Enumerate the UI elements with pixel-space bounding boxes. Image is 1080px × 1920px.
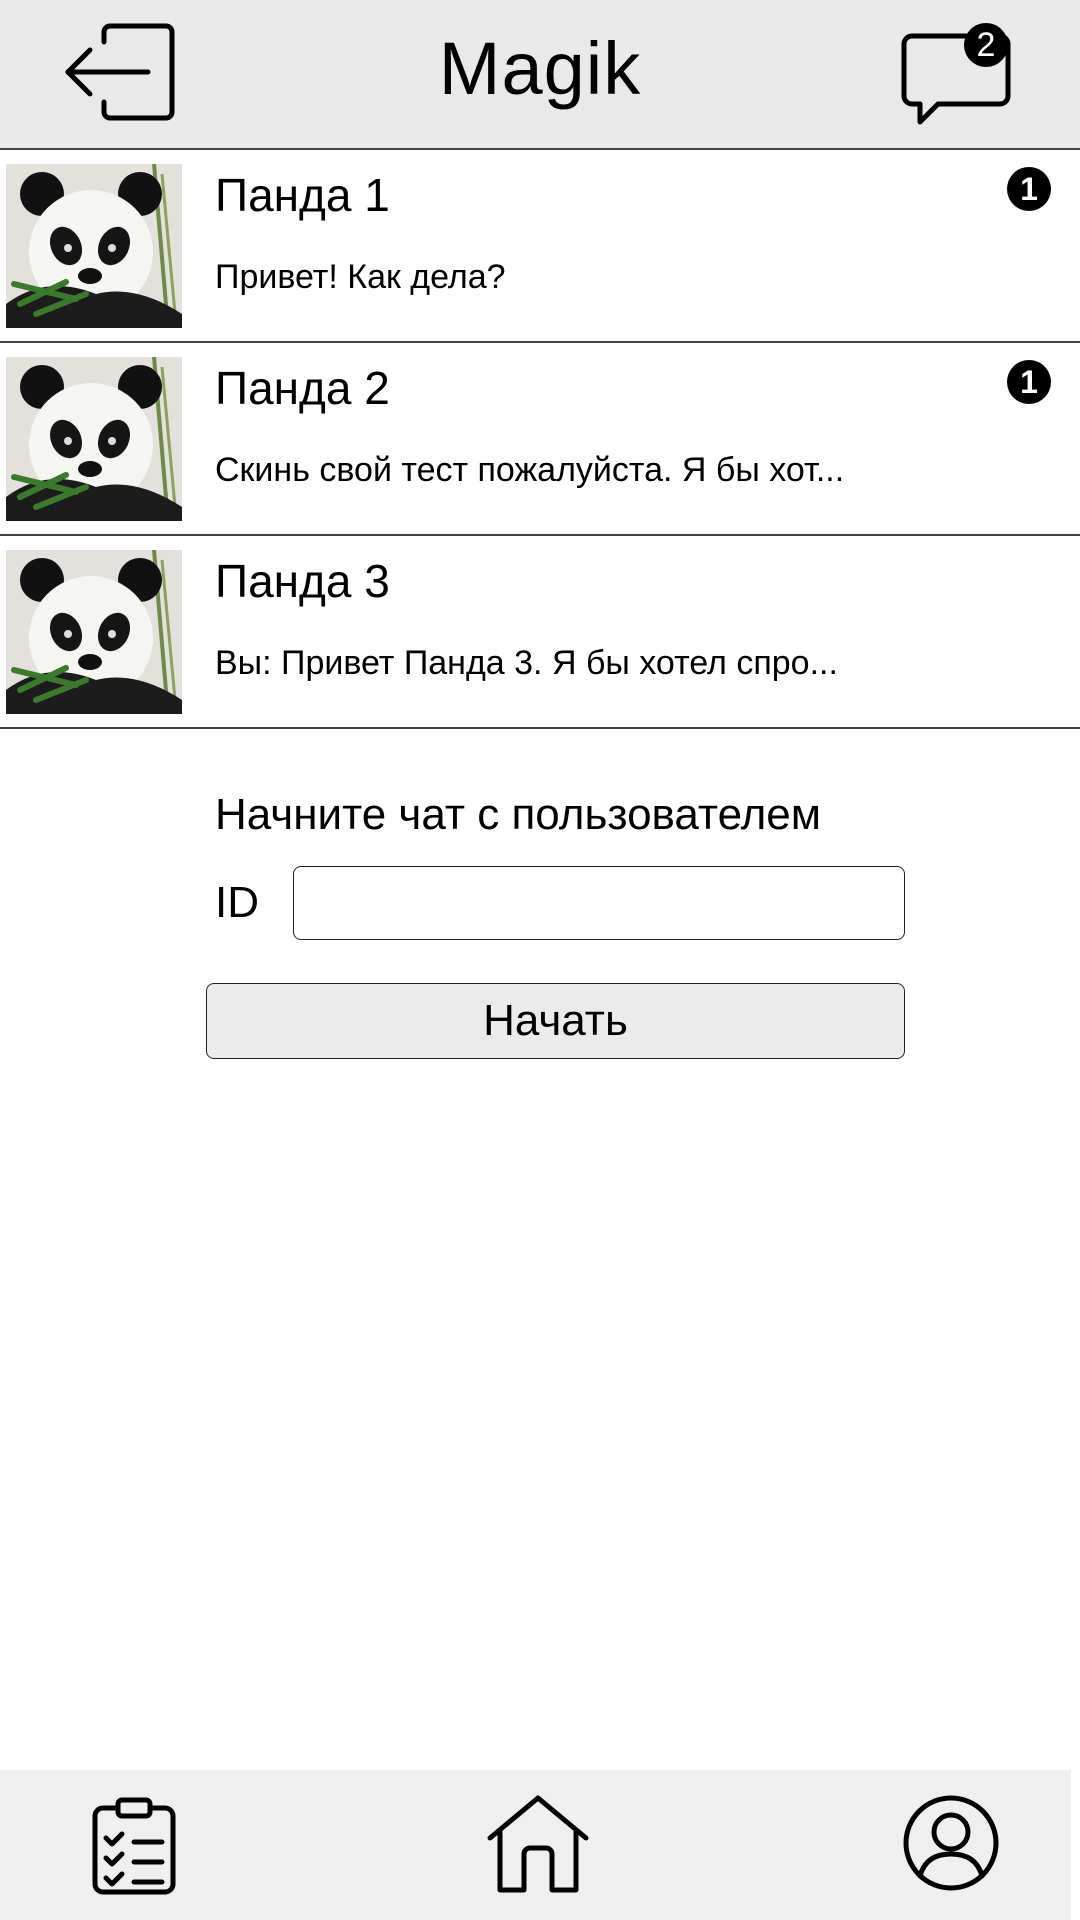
avatar (6, 357, 182, 521)
chat-name: Панда 2 (215, 362, 390, 414)
nav-tasks-button[interactable] (90, 1796, 180, 1896)
chat-list: Панда 1 Привет! Как дела? 1 Панда 2 Скин… (0, 150, 1080, 729)
chat-name: Панда 3 (215, 555, 390, 607)
chat-name: Панда 1 (215, 169, 390, 221)
nav-home-button[interactable] (486, 1794, 590, 1894)
start-chat-title: Начните чат с пользователем (215, 790, 821, 839)
home-icon (487, 1795, 589, 1893)
id-label: ID (215, 878, 259, 927)
chat-list-item[interactable]: Панда 2 Скинь свой тест пожалуйста. Я бы… (0, 343, 1080, 536)
panda-avatar-image (6, 357, 182, 521)
user-profile-icon (903, 1795, 999, 1891)
chat-list-item[interactable]: Панда 1 Привет! Как дела? 1 (0, 150, 1080, 343)
chat-preview: Вы: Привет Панда 3. Я бы хотел спро... (215, 644, 838, 682)
user-id-input[interactable] (293, 866, 905, 940)
unread-badge: 1 (1007, 167, 1051, 211)
chat-preview: Скинь свой тест пожалуйста. Я бы хот... (215, 451, 845, 489)
bottom-navigation (0, 1770, 1071, 1920)
messages-count-badge: 2 (964, 23, 1008, 67)
avatar (6, 550, 182, 714)
clipboard-checklist-icon (92, 1797, 176, 1895)
chat-preview: Привет! Как дела? (215, 258, 506, 296)
panda-avatar-image (6, 164, 182, 328)
panda-avatar-image (6, 550, 182, 714)
start-chat-button[interactable]: Начать (206, 983, 905, 1059)
avatar (6, 164, 182, 328)
nav-profile-button[interactable] (902, 1794, 1000, 1892)
unread-badge: 1 (1007, 360, 1051, 404)
app-header: Magik 2 (0, 0, 1080, 150)
chat-list-item[interactable]: Панда 3 Вы: Привет Панда 3. Я бы хотел с… (0, 536, 1080, 729)
